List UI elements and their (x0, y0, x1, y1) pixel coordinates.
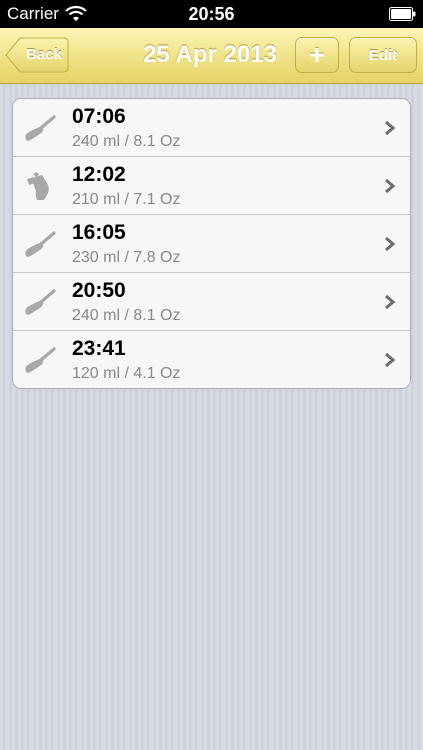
table-row[interactable]: 16:05 230 ml / 7.8 Oz (13, 215, 410, 273)
spoon-icon (25, 289, 56, 315)
feeding-amount: 120 ml / 4.1 Oz (72, 365, 181, 382)
back-label: Back (26, 46, 62, 63)
edit-button[interactable]: Edit (349, 37, 417, 73)
feedings-table: 07:06 240 ml / 8.1 Oz 12:02 210 ml / 7.1… (12, 98, 411, 389)
spoon-icon (25, 231, 56, 257)
navigation-bar: Back 25 Apr 2013 + Edit (0, 28, 423, 84)
feeding-amount: 210 ml / 7.1 Oz (72, 191, 181, 208)
status-bar: Carrier 20:56 (0, 0, 423, 28)
feeding-amount: 240 ml / 8.1 Oz (72, 307, 181, 324)
feeding-time: 20:50 (72, 279, 126, 302)
chevron-right-icon (385, 236, 396, 252)
chevron-right-icon (385, 352, 396, 368)
status-right (389, 6, 417, 26)
add-feeding-button[interactable]: + (295, 37, 339, 73)
back-button[interactable]: Back (5, 37, 69, 73)
chevron-right-icon (385, 178, 396, 194)
page-title: 25 Apr 2013 (143, 41, 277, 68)
status-time: 20:56 (188, 4, 235, 24)
bottle-icon (27, 172, 49, 200)
feeding-time: 23:41 (72, 337, 126, 360)
battery-full-icon (389, 7, 416, 21)
feeding-time: 12:02 (72, 163, 126, 186)
feeding-amount: 240 ml / 8.1 Oz (72, 133, 181, 150)
feeding-amount: 230 ml / 7.8 Oz (72, 249, 181, 266)
table-row[interactable]: 07:06 240 ml / 8.1 Oz (13, 99, 410, 157)
table-row[interactable]: 23:41 120 ml / 4.1 Oz (13, 331, 410, 388)
chevron-right-icon (385, 120, 396, 136)
feeding-time: 07:06 (72, 105, 126, 128)
chevron-right-icon (385, 294, 396, 310)
table-row[interactable]: 20:50 240 ml / 8.1 Oz (13, 273, 410, 331)
feeding-time: 16:05 (72, 221, 126, 244)
spoon-icon (25, 115, 56, 141)
table-row[interactable]: 12:02 210 ml / 7.1 Oz (13, 157, 410, 215)
spoon-icon (25, 347, 56, 373)
